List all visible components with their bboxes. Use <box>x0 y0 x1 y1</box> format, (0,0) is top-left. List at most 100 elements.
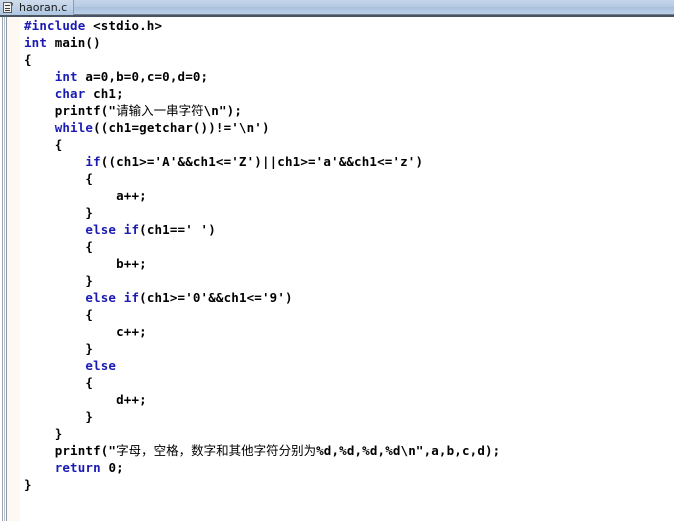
gutter-bookmark-strip <box>7 17 20 521</box>
editor-tab-bar: haoran.c <box>0 0 674 15</box>
code-token: } <box>85 409 94 424</box>
editor-gutter-margin[interactable] <box>0 17 20 521</box>
code-token: } <box>54 426 63 441</box>
tab-label: haoran.c <box>19 1 68 14</box>
code-keyword: #include <box>24 18 86 33</box>
code-token: %d,%d,%d,%d\n",a,b,c,d); <box>316 443 501 458</box>
code-token: \n"); <box>203 103 243 118</box>
code-token: <stdio.h> <box>85 18 163 33</box>
code-token: d++; <box>116 392 147 407</box>
code-token: (ch1>='0'&&ch1<='9') <box>139 290 293 305</box>
code-line[interactable]: b++; <box>20 255 674 272</box>
code-token: ((ch1=getchar())!='\n') <box>93 120 270 135</box>
tab-haoran-c[interactable]: haoran.c <box>0 0 75 15</box>
code-token: printf(" <box>54 443 117 458</box>
c-source-file-icon <box>3 1 14 14</box>
code-line[interactable]: a++; <box>20 187 674 204</box>
code-token: ((ch1>='A'&&ch1<='Z')||ch1>='a'&&ch1<='z… <box>100 154 424 169</box>
code-editor[interactable]: #include <stdio.h> int main(){ int a=0,b=… <box>0 17 674 529</box>
code-token: } <box>85 273 94 288</box>
gutter-rail-mid <box>4 17 5 521</box>
code-line[interactable]: { <box>20 306 674 323</box>
code-keyword: if <box>123 290 140 305</box>
code-keyword: while <box>54 120 94 135</box>
code-line[interactable]: } <box>20 408 674 425</box>
code-token: { <box>85 375 94 390</box>
code-token: (ch1==' ') <box>139 222 216 237</box>
code-line[interactable]: d++; <box>20 391 674 408</box>
code-line[interactable]: int main() <box>20 34 674 51</box>
code-keyword: return <box>54 460 101 475</box>
code-line[interactable]: } <box>20 425 674 442</box>
code-line[interactable]: c++; <box>20 323 674 340</box>
code-token: { <box>85 307 94 322</box>
code-line[interactable]: else <box>20 357 674 374</box>
code-keyword: char <box>54 86 86 101</box>
code-token: c++; <box>116 324 147 339</box>
code-keyword: int <box>54 69 78 84</box>
code-string-cjk: 字母，空格，数字和其他字符分别为 <box>116 443 317 458</box>
code-line[interactable]: { <box>20 51 674 68</box>
code-line[interactable]: { <box>20 374 674 391</box>
code-token: 0; <box>100 460 124 475</box>
code-line[interactable]: int a=0,b=0,c=0,d=0; <box>20 68 674 85</box>
code-line[interactable]: return 0; <box>20 459 674 476</box>
code-token: { <box>24 52 32 67</box>
code-keyword: if <box>85 154 101 169</box>
code-line[interactable]: } <box>20 272 674 289</box>
code-line[interactable]: { <box>20 136 674 153</box>
code-text-area[interactable]: #include <stdio.h> int main(){ int a=0,b=… <box>20 17 674 529</box>
code-line[interactable]: #include <stdio.h> <box>20 17 674 34</box>
code-token: a=0,b=0,c=0,d=0; <box>77 69 209 84</box>
code-token: { <box>85 171 94 186</box>
code-line[interactable]: { <box>20 238 674 255</box>
code-keyword: else <box>85 290 117 305</box>
code-line[interactable]: char ch1; <box>20 85 674 102</box>
code-token: b++; <box>116 256 147 271</box>
code-line[interactable]: } <box>20 476 674 493</box>
code-line[interactable]: while((ch1=getchar())!='\n') <box>20 119 674 136</box>
code-line[interactable]: } <box>20 204 674 221</box>
code-token: printf(" <box>54 103 117 118</box>
code-token: } <box>85 205 94 220</box>
gutter-rail-left <box>2 17 3 521</box>
code-token: main() <box>47 35 101 50</box>
code-line[interactable]: printf("请输入一串字符\n"); <box>20 102 674 119</box>
code-line[interactable]: else if(ch1>='0'&&ch1<='9') <box>20 289 674 306</box>
code-token: a++; <box>116 188 147 203</box>
code-token: ch1; <box>85 86 124 101</box>
code-line[interactable]: else if(ch1==' ') <box>20 221 674 238</box>
code-line[interactable]: } <box>20 340 674 357</box>
code-keyword: else <box>85 222 117 237</box>
code-keyword: int <box>24 35 48 50</box>
code-token: } <box>85 341 94 356</box>
code-line[interactable]: if((ch1>='A'&&ch1<='Z')||ch1>='a'&&ch1<=… <box>20 153 674 170</box>
code-keyword: if <box>123 222 140 237</box>
code-line[interactable]: { <box>20 170 674 187</box>
code-line[interactable]: printf("字母，空格，数字和其他字符分别为%d,%d,%d,%d\n",a… <box>20 442 674 459</box>
